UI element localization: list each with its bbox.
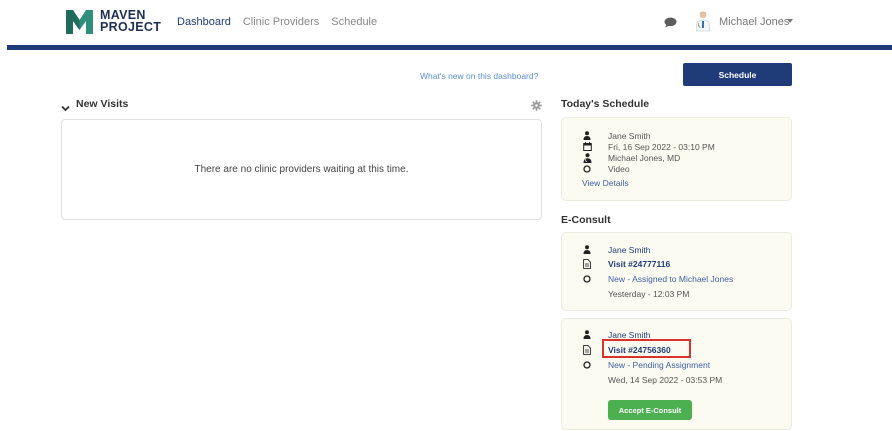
econsult-1-status-row: New - Assigned to Michael Jones	[582, 273, 733, 284]
econsult-card-1[interactable]: Jane Smith Visit #24777116 New - Assigne…	[561, 232, 792, 311]
econsult-1-patient-row: Jane Smith	[582, 244, 651, 255]
accept-econsult-button[interactable]: Accept E-Consult	[608, 400, 692, 420]
econsult-1-patient-name[interactable]: Jane Smith	[608, 245, 651, 255]
new-visits-title: New Visits	[76, 98, 129, 110]
top-navbar: MAVEN PROJECT Dashboard Clinic Providers…	[0, 0, 892, 45]
schedule-datetime: Fri, 16 Sep 2022 - 03:10 PM	[608, 141, 715, 152]
calendar-icon	[582, 142, 592, 152]
chat-icon[interactable]	[664, 15, 677, 28]
person-icon	[582, 245, 592, 255]
whats-new-link[interactable]: What's new on this dashboard?	[420, 71, 538, 81]
schedule-type: Video	[608, 163, 630, 174]
nav-dashboard[interactable]: Dashboard	[177, 16, 231, 28]
main-nav: Dashboard Clinic Providers Schedule	[177, 16, 389, 28]
econsult-2-time-row: Wed, 14 Sep 2022 - 03:53 PM	[608, 374, 722, 385]
econsult-2-patient-name[interactable]: Jane Smith	[608, 330, 651, 340]
econsult-1-visit-row: Visit #24777116	[582, 258, 670, 269]
doctor-icon	[582, 152, 592, 163]
econsult-1-status: New - Assigned to Michael Jones	[608, 273, 734, 284]
chevron-down-icon[interactable]	[61, 100, 70, 112]
logo-line-2: PROJECT	[100, 20, 162, 34]
econsult-2-status: New - Pending Assignment	[608, 359, 711, 370]
gear-icon[interactable]	[531, 98, 542, 111]
schedule-patient-row: Jane Smith	[582, 130, 651, 141]
circle-icon	[582, 274, 592, 284]
schedule-card: Jane Smith Fri, 16 Sep 2022 - 03:10 PM M…	[561, 117, 792, 201]
todays-schedule-title: Today's Schedule	[561, 98, 650, 110]
schedule-patient-name: Jane Smith	[608, 130, 651, 141]
new-visits-empty-message: There are no clinic providers waiting at…	[194, 164, 409, 175]
maven-project-logo[interactable]: MAVEN PROJECT	[65, 6, 161, 36]
econsult-2-time: Wed, 14 Sep 2022 - 03:53 PM	[608, 374, 723, 385]
circle-icon	[582, 360, 592, 370]
econsult-1-time-row: Yesterday - 12:03 PM	[608, 288, 689, 299]
person-icon	[582, 131, 592, 141]
econsult-1-visit-number[interactable]: Visit #24777116	[608, 259, 670, 269]
logo-wordmark: MAVEN PROJECT	[100, 9, 162, 34]
user-name[interactable]: Michael Jones	[719, 16, 789, 28]
person-icon	[582, 330, 592, 340]
nav-clinic-providers[interactable]: Clinic Providers	[243, 16, 319, 28]
document-icon	[582, 344, 592, 355]
user-menu-caret-icon[interactable]	[787, 19, 793, 23]
view-details-link[interactable]: View Details	[582, 178, 629, 188]
document-icon	[582, 258, 592, 269]
nav-schedule[interactable]: Schedule	[331, 16, 377, 28]
new-visits-header: New Visits	[61, 98, 542, 112]
schedule-type-row: Video	[582, 163, 630, 174]
schedule-provider-row: Michael Jones, MD	[582, 152, 680, 163]
user-avatar[interactable]	[695, 10, 711, 32]
econsult-1-time: Yesterday - 12:03 PM	[608, 288, 690, 299]
new-visits-panel: There are no clinic providers waiting at…	[61, 119, 542, 220]
schedule-button[interactable]: Schedule	[683, 63, 792, 86]
circle-icon	[582, 164, 592, 174]
maven-logo-icon	[65, 7, 94, 35]
schedule-provider: Michael Jones, MD	[608, 152, 681, 163]
visit-number-highlight-box	[602, 339, 691, 358]
econsult-title: E-Consult	[561, 214, 611, 226]
econsult-2-status-row: New - Pending Assignment	[582, 359, 710, 370]
schedule-datetime-row: Fri, 16 Sep 2022 - 03:10 PM	[582, 141, 715, 152]
header-divider	[7, 45, 892, 50]
